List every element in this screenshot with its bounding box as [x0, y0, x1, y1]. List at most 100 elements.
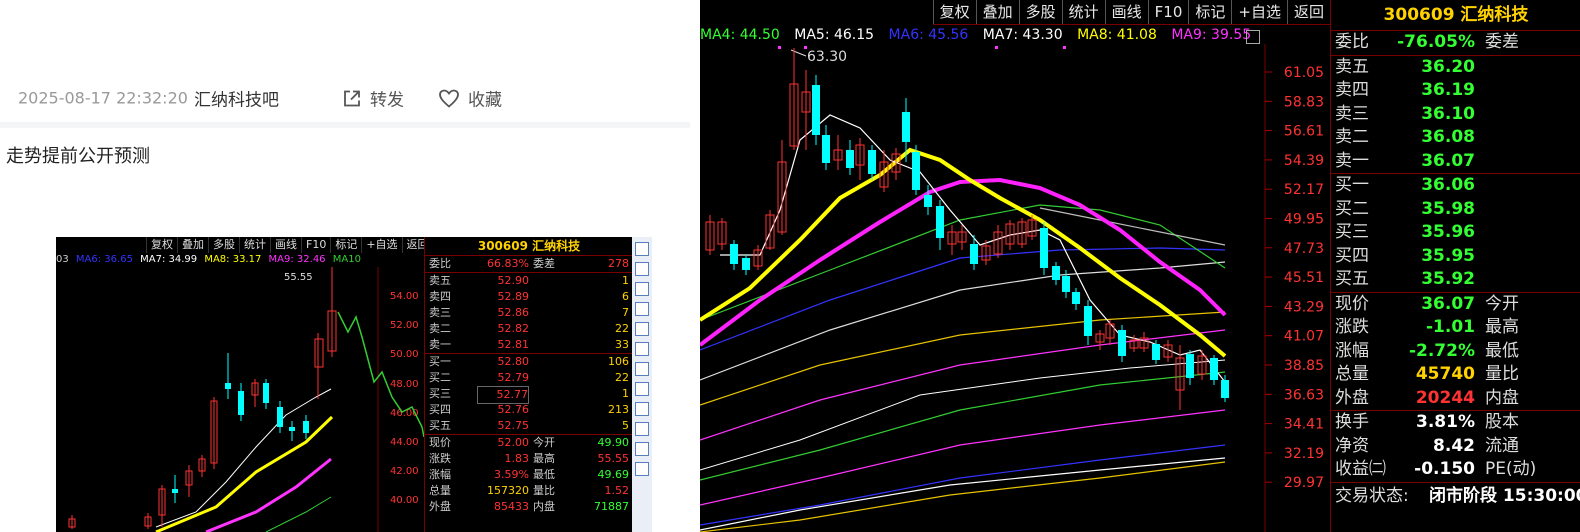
bid-price: 36.06 — [1421, 175, 1475, 195]
mini-ask-price: 52.81 — [497, 338, 530, 351]
mini-side-icon — [635, 302, 649, 316]
mini-wb-label: 委比 — [429, 257, 451, 270]
weibi-label: 委比 — [1335, 32, 1369, 52]
mini-bid-price: 52.80 — [497, 355, 530, 368]
mini-ask-price: 52.82 — [497, 322, 530, 335]
price-axis-label: 47.73 — [1284, 241, 1324, 257]
mini-stat-value: 55.55 — [597, 452, 630, 465]
mini-ma-green — [265, 496, 332, 532]
mini-stat-value: 71887 — [594, 500, 629, 513]
ask-price: 36.10 — [1421, 103, 1475, 124]
ask-label: 卖二 — [1335, 127, 1369, 147]
share-button[interactable]: 转发 — [342, 86, 404, 111]
mini-stat-label: 总量 — [429, 484, 451, 497]
mini-ma-magenta — [205, 457, 332, 532]
mini-ask-price: 52.89 — [497, 290, 530, 303]
stat2-value: 3.81% — [1416, 412, 1475, 432]
ask-price: 36.07 — [1421, 150, 1475, 171]
mini-side-icon — [635, 402, 649, 416]
mini-bid-vol: 106 — [608, 355, 629, 368]
bid-row: 买四 35.95 — [1331, 245, 1580, 269]
mini-stat-row: 总量 157320 量比 1.52 — [425, 483, 633, 499]
candles — [705, 48, 1229, 410]
bid-price: 35.96 — [1421, 222, 1475, 242]
price-axis-label: 36.63 — [1284, 387, 1324, 403]
mini-stat-label: 最低 — [533, 468, 555, 481]
mini-axis-label: 54.00 — [390, 291, 419, 302]
stat-label: 最低 — [1485, 340, 1519, 361]
mini-stat-label: 内盘 — [533, 500, 555, 513]
mini-ask-row: 卖五 52.90 1 — [425, 273, 633, 289]
mini-side-icon — [635, 342, 649, 356]
trade-status-row: 交易状态: 闭市阶段 15:30:00 — [1331, 483, 1580, 509]
mini-bid-label: 买二 — [429, 371, 451, 384]
stat-value: 36.07 — [1421, 293, 1475, 314]
forum-post: 2025-08-17 22:32:20 汇纳科技吧 转发 收藏 走势提前公开预测… — [0, 0, 700, 532]
stat2-label: 流通 — [1485, 435, 1519, 456]
mini-bid-row: 买一 52.80 106 — [425, 354, 633, 370]
stat-row: 涨跌 -1.01 最高 — [1331, 316, 1580, 340]
mini-ask-label: 卖五 — [429, 274, 451, 287]
mini-wc-label: 委差 — [533, 257, 555, 270]
mini-axis-label: 52.00 — [390, 320, 419, 331]
mini-bid-row: 买二 52.79 22 — [425, 370, 633, 386]
mini-peak-label: 55.55 — [284, 272, 313, 283]
mini-stat-label: 今开 — [533, 436, 555, 449]
stat-label: 今开 — [1485, 293, 1519, 314]
post-text: 走势提前公开预测 — [6, 146, 150, 167]
ask-label: 卖五 — [1335, 56, 1369, 77]
price-axis-label: 56.61 — [1284, 124, 1324, 140]
mini-stat-row: 涨跌 1.83 最高 55.55 — [425, 451, 633, 467]
stat2-label: 净资 — [1335, 435, 1369, 456]
price-axis-label: 38.85 — [1284, 358, 1324, 374]
stat-label: 涨跌 — [1335, 317, 1369, 337]
mini-stat-value: 157320 — [487, 484, 529, 497]
mini-stat-value: 49.69 — [597, 468, 630, 481]
trade-status-value: 闭市阶段 15:30:00 — [1429, 485, 1580, 506]
bid-price: 35.92 — [1421, 269, 1475, 289]
mini-bid-row: 买五 52.75 5 — [425, 418, 633, 435]
mini-axis-label: 48.00 — [390, 379, 419, 390]
kline-svg: 61.05 58.83 56.61 54.39 52.17 49.95 47.73 45.51… — [700, 44, 1324, 532]
weibi-value: -76.05% — [1397, 32, 1475, 52]
price-axis-label: 61.05 — [1284, 65, 1324, 81]
bid-row: 买一 36.06 — [1331, 174, 1580, 198]
mini-axis-label: 46.00 — [390, 408, 419, 419]
forum-link[interactable]: 汇纳科技吧 — [194, 86, 279, 111]
stat2-value: 8.42 — [1433, 435, 1475, 456]
stat-row: 总量 45740 量比 — [1331, 363, 1580, 387]
stat-label: 外盘 — [1335, 387, 1369, 408]
mini-quote-panel: 300609 汇纳科技 委比 66.83% 委差 278 卖五 52.90 1 卖四… — [424, 237, 633, 532]
mini-bid-price: 52.75 — [497, 419, 530, 432]
ask-label: 卖三 — [1335, 103, 1369, 124]
stat-label: 涨幅 — [1335, 340, 1369, 361]
mini-bid-label: 买五 — [429, 419, 451, 432]
mini-side-toolbar — [632, 237, 652, 532]
price-axis-label: 34.41 — [1284, 417, 1324, 433]
stat2-label: 股本 — [1485, 412, 1519, 432]
trade-status-label: 交易状态: — [1335, 485, 1409, 506]
bid-row: 买三 35.96 — [1331, 221, 1580, 245]
mini-bid-row: 买四 52.76 213 — [425, 402, 633, 418]
ma-line-white-mid — [700, 359, 1226, 471]
mini-ask-row: 卖二 52.82 22 — [425, 321, 633, 337]
mini-axis-label: 44.00 — [390, 437, 419, 448]
price-axis-label: 49.95 — [1284, 212, 1324, 228]
stat-value: -1.01 — [1426, 317, 1475, 337]
mini-stat-label: 量比 — [533, 484, 555, 497]
stat-value: -2.72% — [1408, 340, 1475, 361]
favorite-button[interactable]: 收藏 — [438, 86, 502, 111]
stat2-row: 收益㈡ -0.150 PE(动) — [1331, 458, 1580, 483]
heart-icon — [439, 89, 459, 108]
mini-bid-label: 买一 — [429, 355, 451, 368]
mini-stat-row: 涨幅 3.59% 最低 49.69 — [425, 467, 633, 483]
mini-stat-value: 85433 — [494, 500, 529, 513]
ma-line-magenta-mid — [700, 329, 1226, 441]
stat-value: 20244 — [1415, 387, 1475, 408]
mini-kline-chart: 55.55 54.00 52.00 50.00 48.00 46.00 44.0… — [68, 267, 424, 532]
mini-axis-label: 42.00 — [390, 466, 419, 477]
ask-row: 卖四 36.19 — [1331, 79, 1580, 103]
price-axis-label: 45.51 — [1284, 270, 1324, 286]
weicha-label: 委差 — [1485, 32, 1519, 52]
favorite-label: 收藏 — [468, 90, 502, 111]
